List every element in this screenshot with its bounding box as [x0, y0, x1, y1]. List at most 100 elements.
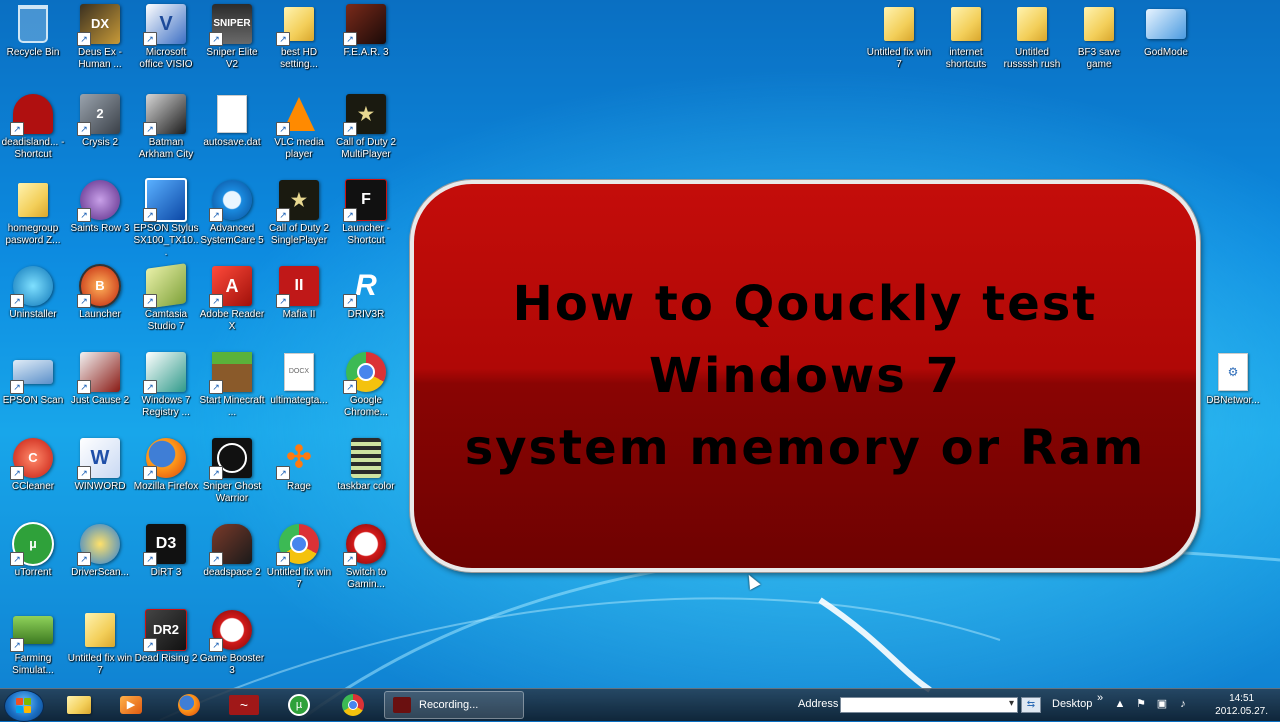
- folder-icon: [1011, 4, 1053, 44]
- desktop-icon-ultimategta[interactable]: DOCX ultimategta...: [266, 348, 332, 407]
- address-input[interactable]: [840, 697, 1018, 713]
- banner-text: How to Qouckly test Windows 7 system mem…: [465, 268, 1146, 484]
- desktop-icon-untitled-fix-right[interactable]: Untitled fix win 7: [866, 0, 932, 71]
- desktop-icon-launcher-shortcut[interactable]: F ↗ Launcher - Shortcut: [333, 176, 399, 247]
- desktop-icon-vlc[interactable]: ↗ VLC media player: [266, 90, 332, 161]
- visio-icon: V ↗: [143, 4, 187, 46]
- driver-icon: R ↗: [343, 266, 387, 308]
- clock-date: 2012.05.27.: [1215, 706, 1268, 717]
- desktop-icon-winword[interactable]: W ↗ WINWORD: [67, 434, 133, 493]
- desktop-icon-game-booster[interactable]: ↗ Game Booster 3: [199, 606, 265, 677]
- desktop-icon-dirt3[interactable]: D3 ↗ DiRT 3: [133, 520, 199, 579]
- farming-icon: ↗: [10, 610, 54, 652]
- desktop-icon-internet-shortcuts[interactable]: internet shortcuts: [933, 0, 999, 71]
- desktop-icon-switch-gaming[interactable]: ↗ Switch to Gamin...: [333, 520, 399, 591]
- desktop-icon-registry[interactable]: ↗ Windows 7 Registry ...: [133, 348, 199, 419]
- folder-icon: ↗: [276, 4, 320, 46]
- clock[interactable]: 14:51 2012.05.27.: [1215, 692, 1268, 718]
- taskbar-camtasia-button[interactable]: ~: [219, 691, 269, 719]
- desktop-icon-mafia[interactable]: II ↗ Mafia II: [266, 262, 332, 321]
- desktop-icon-systemcare[interactable]: ↗ Advanced SystemCare 5: [199, 176, 265, 247]
- desktop-icon-driv3r[interactable]: R ↗ DRIV3R: [333, 262, 399, 321]
- recorder-icon: [393, 697, 411, 713]
- desktop-icon-sniper-ghost[interactable]: ↗ Sniper Ghost Warrior: [199, 434, 265, 505]
- desktop-icon-uninstaller[interactable]: ↗ Uninstaller: [0, 262, 66, 321]
- desktop-icon-utorrent[interactable]: µ ↗ uTorrent: [0, 520, 66, 579]
- desktop-icon-epson-stylus[interactable]: ↗ EPSON Stylus SX100_TX10...: [133, 176, 199, 259]
- taskbar-utorrent-button[interactable]: µ: [274, 691, 324, 719]
- mafia-icon: II ↗: [276, 266, 320, 308]
- desktop-icon-homegroup[interactable]: homegroup pasword Z...: [0, 176, 66, 247]
- desktop-icon-dbnetwork[interactable]: ⚙ DBNetwor...: [1200, 348, 1266, 407]
- systemcare-icon: ↗: [209, 180, 253, 222]
- desktop-icon-best-hd[interactable]: ↗ best HD setting...: [266, 0, 332, 71]
- show-hidden-icons-chevron-icon[interactable]: ▲: [1113, 697, 1127, 711]
- desktop-icon-deadisland[interactable]: ↗ deadisland... - Shortcut: [0, 90, 66, 161]
- taskbar: ▶ ~ µ Recording... Address ⇆ Desktop » ▲…: [0, 688, 1280, 722]
- desktop-icon-deadspace[interactable]: ↗ deadspace 2: [199, 520, 265, 579]
- desktop-icon-visio[interactable]: V ↗ Microsoft office VISIO: [133, 0, 199, 71]
- desktop-icon-ccleaner[interactable]: C ↗ CCleaner: [0, 434, 66, 493]
- desktop-icon-farming[interactable]: ↗ Farming Simulat...: [0, 606, 66, 677]
- desktop-icon-crysis2[interactable]: 2 ↗ Crysis 2: [67, 90, 133, 149]
- start-button[interactable]: [4, 690, 44, 722]
- desktop-icon-taskbar-color[interactable]: taskbar color: [333, 434, 399, 493]
- dead-rising-icon: DR2 ↗: [143, 609, 187, 652]
- batman-icon: ↗: [143, 94, 187, 136]
- taskbar-chrome-button[interactable]: [328, 691, 378, 719]
- volume-icon[interactable]: ♪: [1176, 697, 1190, 711]
- desktop-icon-recycle-bin[interactable]: Recycle Bin: [0, 0, 66, 59]
- adobe-reader-icon: A ↗: [209, 266, 253, 308]
- desktop-icon-untitled-fix-chrome[interactable]: ↗ Untitled fix win 7: [266, 520, 332, 591]
- refresh-arrow-icon: ⇆: [1026, 699, 1036, 710]
- recycle-bin-icon: [12, 4, 54, 44]
- desktop-icon-rage[interactable]: ✣ ↗ Rage: [266, 434, 332, 493]
- desktop-icon-deus-ex[interactable]: DX ↗ Deus Ex - Human ...: [67, 0, 133, 71]
- explorer-folder-icon: [67, 696, 91, 714]
- desktop-icon-just-cause[interactable]: ↗ Just Cause 2: [67, 348, 133, 407]
- folder-icon: [12, 180, 54, 220]
- desktop-icon-saints-row[interactable]: ↗ Saints Row 3: [67, 176, 133, 235]
- taskbar-recording-button[interactable]: Recording...: [384, 691, 524, 719]
- network-icon[interactable]: ▣: [1155, 697, 1169, 711]
- desktop-icon-fear3[interactable]: ↗ F.E.A.R. 3: [333, 0, 399, 59]
- desktop-icon-chrome[interactable]: ↗ Google Chrome...: [333, 348, 399, 419]
- desktop-icon-launcher[interactable]: B ↗ Launcher: [67, 262, 133, 321]
- desktop-icon-bf3-save[interactable]: BF3 save game: [1066, 0, 1132, 71]
- desktop-icon-cod2-multi[interactable]: ★ ↗ Call of Duty 2 MultiPlayer: [333, 90, 399, 161]
- address-go-button[interactable]: ⇆: [1021, 697, 1041, 713]
- minecraft-icon: ↗: [209, 352, 253, 394]
- desktop-icon-camtasia[interactable]: ↗ Camtasia Studio 7: [133, 262, 199, 333]
- taskbar-media-player-button[interactable]: ▶: [106, 691, 156, 719]
- desktop-icon-firefox[interactable]: ↗ Mozilla Firefox: [133, 434, 199, 493]
- desktop-toolbar-label[interactable]: Desktop: [1052, 698, 1092, 710]
- game-booster-icon: ↗: [343, 524, 387, 566]
- desktop-icon-minecraft[interactable]: ↗ Start Minecraft ...: [199, 348, 265, 419]
- desktop-icon-untitled-rush[interactable]: Untitled russssh rush: [999, 0, 1065, 71]
- launcher-icon: B ↗: [77, 264, 121, 308]
- desktop-icon-epson-scan[interactable]: ↗ EPSON Scan: [0, 348, 66, 407]
- desktop-icon-untitled-fix-folder[interactable]: Untitled fix win 7: [67, 606, 133, 677]
- taskbar-firefox-button[interactable]: [164, 691, 214, 719]
- desktop-icon-autosave[interactable]: autosave.dat: [199, 90, 265, 149]
- epson-icon: ↗: [143, 178, 187, 222]
- just-cause-icon: ↗: [77, 352, 121, 394]
- desktop-icon-sniper-elite[interactable]: SNIPER ↗ Sniper Elite V2: [199, 0, 265, 71]
- desktop-icon-dead-rising[interactable]: DR2 ↗ Dead Rising 2: [133, 606, 199, 665]
- taskbar-explorer-button[interactable]: [54, 691, 104, 719]
- desktop-icon-cod2-single[interactable]: ★ ↗ Call of Duty 2 SinglePlayer: [266, 176, 332, 247]
- chrome-icon: [342, 694, 364, 716]
- desktop-icon-godmode[interactable]: GodMode: [1133, 0, 1199, 59]
- windows-logo-icon: [16, 698, 23, 705]
- toolbar-overflow-chevron-icon[interactable]: »: [1097, 692, 1103, 704]
- address-label: Address: [798, 698, 839, 710]
- desktop-icon-adobe-reader[interactable]: A ↗ Adobe Reader X: [199, 262, 265, 333]
- action-center-flag-icon[interactable]: ⚑: [1134, 697, 1148, 711]
- dirt3-icon: D3 ↗: [143, 524, 187, 566]
- driverscan-icon: ↗: [77, 524, 121, 566]
- network-file-icon: ⚙: [1212, 352, 1254, 392]
- desktop-icon-batman[interactable]: ↗ Batman Arkham City: [133, 90, 199, 161]
- utorrent-icon: µ ↗: [10, 522, 54, 566]
- recording-label: Recording...: [419, 699, 479, 711]
- desktop-icon-driverscan[interactable]: ↗ DriverScan...: [67, 520, 133, 579]
